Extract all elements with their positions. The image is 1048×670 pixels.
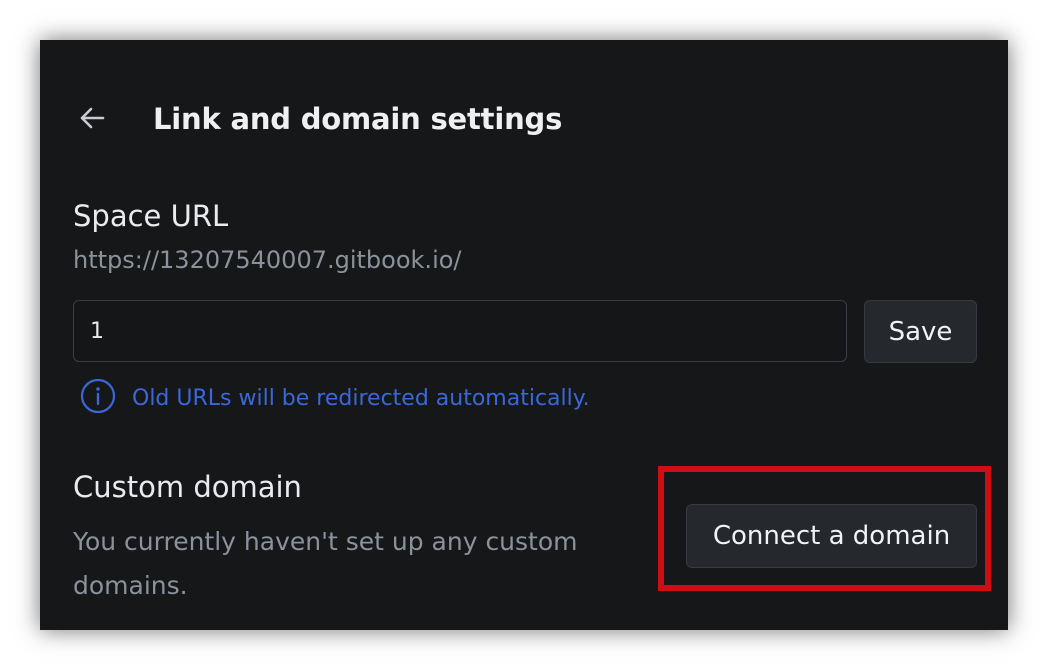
custom-domain-heading: Custom domain xyxy=(73,470,302,504)
space-url-slug-input[interactable] xyxy=(73,300,847,362)
save-button[interactable]: Save xyxy=(864,300,977,363)
space-url-heading: Space URL xyxy=(73,199,229,233)
redirect-hint: Old URLs will be redirected automaticall… xyxy=(80,378,590,418)
page-title: Link and domain settings xyxy=(153,102,563,136)
connect-domain-button[interactable]: Connect a domain xyxy=(686,504,977,568)
space-url-prefix: https://13207540007.gitbook.io/ xyxy=(73,246,462,274)
back-button[interactable] xyxy=(76,104,108,136)
settings-panel: Link and domain settings Space URL https… xyxy=(40,40,1008,630)
info-icon xyxy=(80,378,116,418)
arrow-left-icon xyxy=(78,104,106,136)
redirect-hint-text: Old URLs will be redirected automaticall… xyxy=(132,385,590,411)
custom-domain-description: You currently haven't set up any custom … xyxy=(73,527,578,600)
